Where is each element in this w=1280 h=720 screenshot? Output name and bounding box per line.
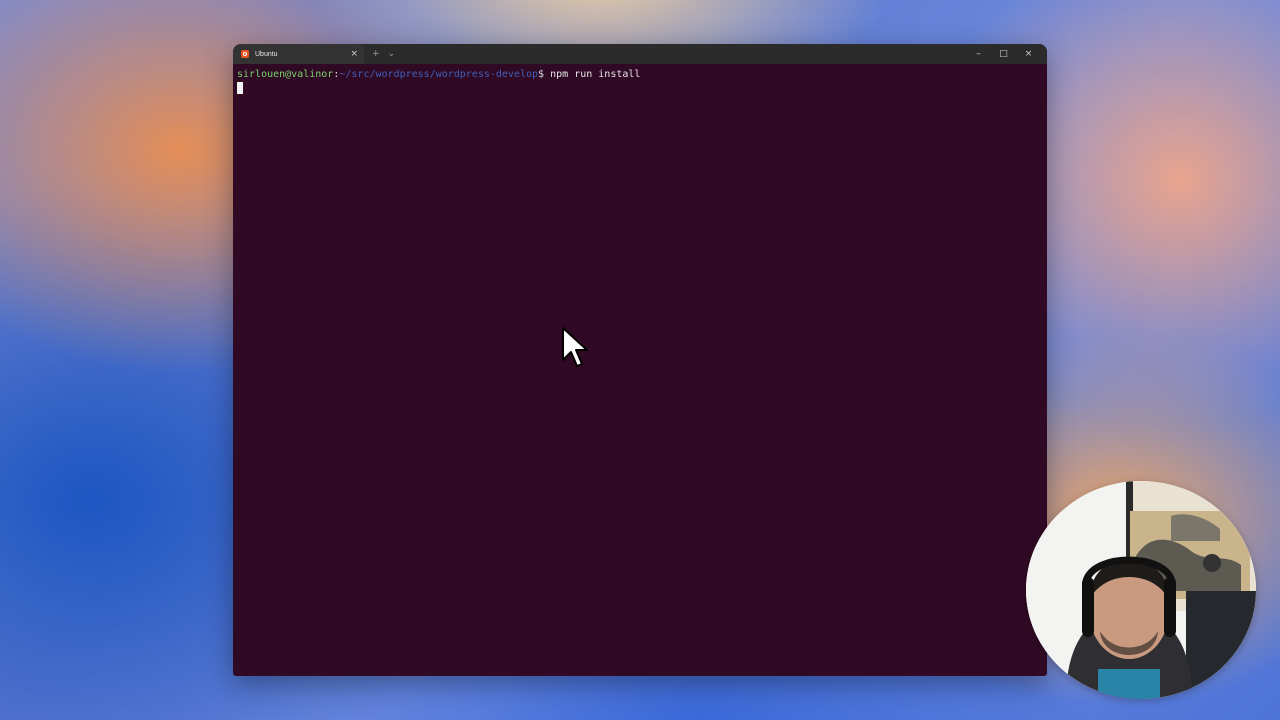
tab-ubuntu[interactable]: Ubuntu × (233, 44, 364, 64)
terminal-output[interactable]: sirlouen@valinor:~/src/wordpress/wordpre… (237, 68, 1043, 94)
new-tab-icon[interactable]: + (372, 49, 380, 59)
tab-title: Ubuntu (255, 50, 278, 58)
minimize-icon[interactable]: – (966, 49, 991, 59)
maximize-icon[interactable]: □ (991, 49, 1016, 59)
tab-close-icon[interactable]: × (350, 48, 358, 60)
terminal-titlebar[interactable]: Ubuntu × + ⌄ – □ × (233, 44, 1047, 64)
prompt-path: ~/src/wordpress/wordpress-develop (339, 69, 539, 80)
presenter-webcam (1026, 481, 1256, 699)
terminal-window[interactable]: Ubuntu × + ⌄ – □ × sirlouen@valinor:~/sr… (233, 44, 1047, 676)
text-cursor (237, 82, 243, 94)
presenter-webcam-image (1026, 481, 1256, 699)
prompt-user: sirlouen@valinor (237, 69, 334, 80)
desktop-wallpaper: Ubuntu × + ⌄ – □ × sirlouen@valinor:~/sr… (0, 0, 1280, 720)
prompt-sign: $ (538, 69, 545, 80)
command-text: npm run install (550, 69, 641, 80)
close-icon[interactable]: × (1016, 49, 1041, 59)
mouse-pointer-icon (562, 327, 588, 367)
ubuntu-logo-icon (241, 50, 249, 58)
window-controls: – □ × (966, 44, 1041, 64)
chevron-down-icon[interactable]: ⌄ (388, 49, 396, 59)
